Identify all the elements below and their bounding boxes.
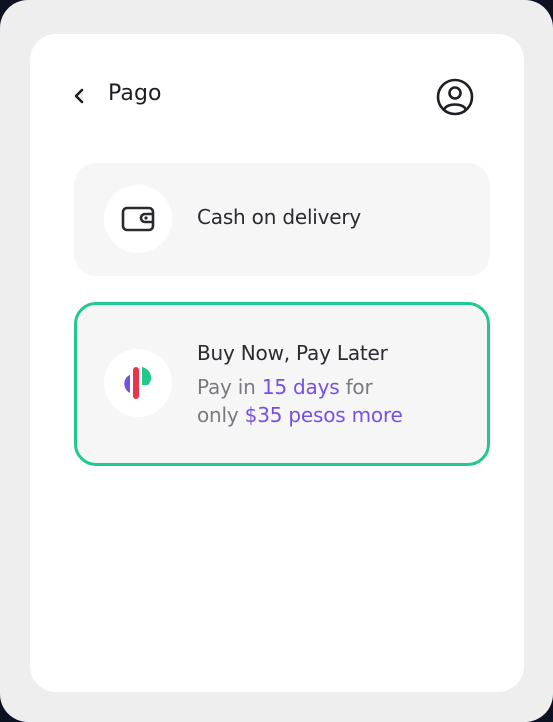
bnpl-icon-container [104,349,172,417]
payment-option-cash[interactable]: Cash on delivery [74,163,490,276]
cash-icon-container [104,185,172,253]
chevron-left-icon [74,88,84,104]
profile-button[interactable] [436,78,474,116]
bnpl-desc-text: only [197,403,245,427]
bnpl-days-highlight: 15 days [261,375,340,399]
device-frame: Pago Cash on delivery Buy Now, Pay Later… [0,0,553,722]
header: Pago [70,78,480,118]
bnpl-desc-text: for [339,375,373,399]
bnpl-desc-text: Pay in [197,375,262,399]
bnpl-logo-icon [124,367,152,399]
payment-option-bnpl[interactable]: Buy Now, Pay Later Pay in 15 days for on… [74,302,490,466]
cash-option-label: Cash on delivery [197,205,362,229]
bnpl-price-highlight: $35 pesos more [244,403,403,427]
bnpl-option-description: Pay in 15 days for only $35 pesos more [197,373,403,429]
bnpl-option-title: Buy Now, Pay Later [197,341,388,365]
back-button[interactable] [70,84,90,108]
wallet-icon [121,206,155,232]
screen: Pago Cash on delivery Buy Now, Pay Later… [30,34,524,692]
page-title: Pago [108,81,162,106]
user-circle-icon [436,78,474,116]
